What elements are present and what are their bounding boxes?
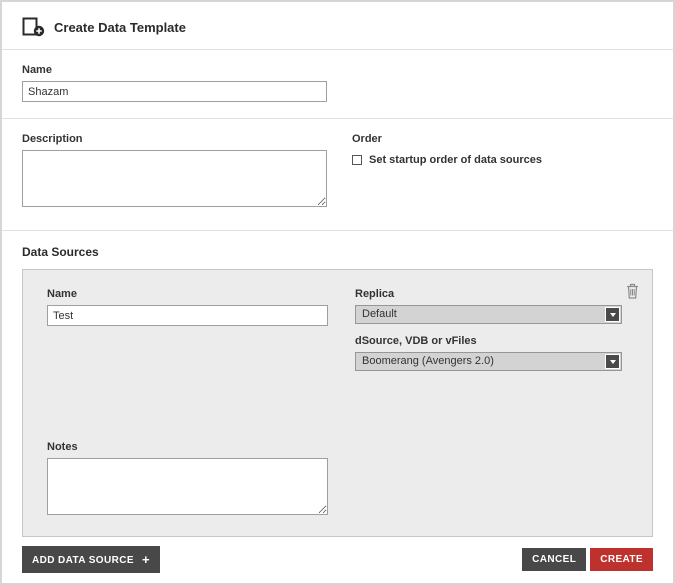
divider (2, 230, 673, 231)
create-button[interactable]: CREATE (590, 548, 653, 571)
replica-select[interactable]: Default (355, 305, 622, 324)
dsource-select[interactable]: Boomerang (Avengers 2.0) (355, 352, 622, 371)
replica-select-value: Default (362, 306, 621, 323)
data-sources-heading: Data Sources (22, 245, 653, 259)
description-order-section: Description Order Set startup order of d… (2, 119, 673, 230)
footer-actions: CANCEL CREATE (522, 548, 653, 571)
description-label: Description (22, 133, 327, 145)
notes-label: Notes (47, 441, 628, 453)
order-label: Order (352, 133, 542, 145)
name-section: Name (2, 50, 673, 118)
dsource-select-value: Boomerang (Avengers 2.0) (362, 353, 621, 370)
startup-order-checkbox[interactable] (352, 155, 362, 165)
data-source-fields: Name Replica Default dSource, VDB or vFi… (47, 288, 628, 371)
data-source-card: Name Replica Default dSource, VDB or vFi… (22, 269, 653, 537)
source-name-input[interactable] (47, 305, 328, 326)
dsource-label: dSource, VDB or vFiles (355, 335, 622, 347)
delete-data-source-button[interactable] (626, 283, 639, 299)
source-name-label: Name (47, 288, 328, 300)
startup-order-checkbox-label: Set startup order of data sources (369, 154, 542, 166)
plus-icon: + (142, 552, 150, 567)
name-label: Name (22, 64, 653, 76)
add-data-source-button[interactable]: ADD DATA SOURCE + (22, 546, 160, 573)
description-textarea[interactable] (22, 150, 327, 207)
startup-order-row: Set startup order of data sources (352, 154, 542, 166)
replica-label: Replica (355, 288, 622, 300)
description-column: Description (22, 133, 327, 212)
source-select-column: Replica Default dSource, VDB or vFiles B… (355, 288, 622, 371)
cancel-button[interactable]: CANCEL (522, 548, 586, 571)
dialog-footer: ADD DATA SOURCE + CANCEL CREATE (2, 537, 673, 582)
trash-icon (626, 287, 639, 302)
page-title: Create Data Template (54, 20, 186, 35)
order-column: Order Set startup order of data sources (352, 133, 542, 212)
chevron-down-icon (605, 307, 620, 322)
notes-textarea[interactable] (47, 458, 328, 515)
data-template-icon (22, 17, 45, 37)
dialog-header: Create Data Template (2, 2, 673, 49)
chevron-down-icon (605, 354, 620, 369)
name-input[interactable] (22, 81, 327, 102)
create-data-template-dialog: Create Data Template Name Description Or… (0, 0, 675, 585)
source-name-column: Name (47, 288, 328, 371)
notes-section: Notes (47, 441, 628, 520)
add-data-source-label: ADD DATA SOURCE (32, 555, 134, 566)
